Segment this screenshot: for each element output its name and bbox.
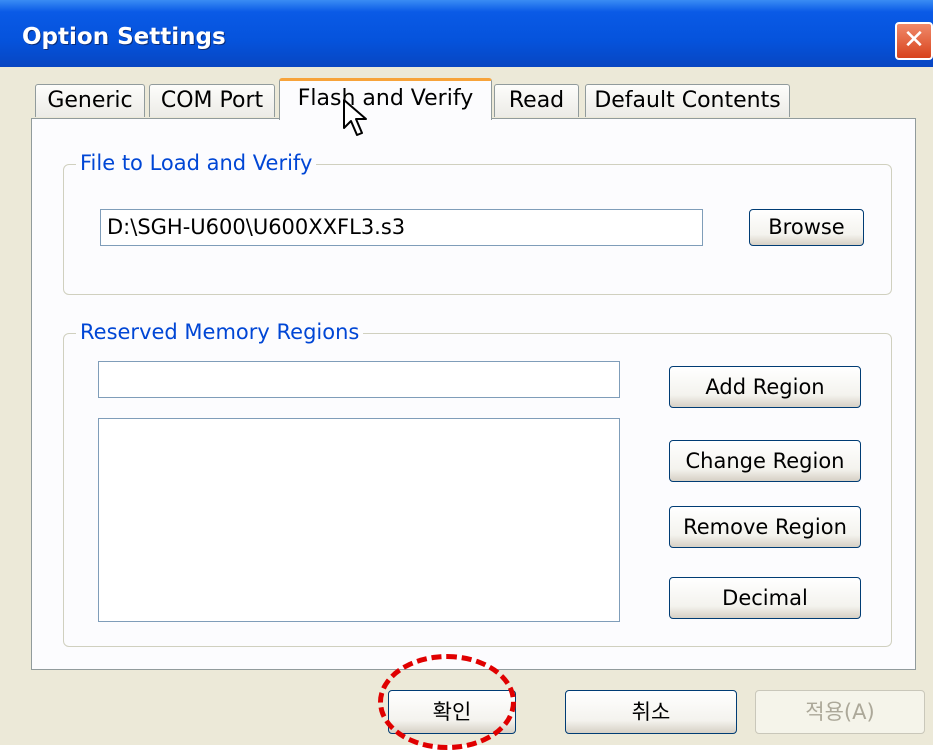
tab-generic[interactable]: Generic bbox=[35, 84, 145, 117]
tab-flash-and-verify[interactable]: Flash and Verify bbox=[279, 78, 492, 120]
file-group-legend: File to Load and Verify bbox=[76, 151, 317, 175]
window-title: Option Settings bbox=[22, 24, 226, 50]
apply-button[interactable]: 적용(A) bbox=[755, 690, 925, 734]
title-bar[interactable]: Option Settings ✕ bbox=[0, 0, 933, 67]
add-region-button[interactable]: Add Region bbox=[669, 366, 861, 408]
decimal-button[interactable]: Decimal bbox=[669, 577, 861, 619]
reserved-memory-group: Reserved Memory Regions Add Region Chang… bbox=[63, 320, 892, 647]
region-input[interactable] bbox=[98, 361, 620, 398]
option-settings-dialog: Option Settings ✕ Generic COM Port Flash… bbox=[0, 0, 933, 750]
tab-com-port[interactable]: COM Port bbox=[149, 84, 275, 117]
cancel-button[interactable]: 취소 bbox=[565, 690, 737, 734]
tab-panel-flash-and-verify: File to Load and Verify D:\SGH-U600\U600… bbox=[31, 118, 916, 670]
memory-group-legend: Reserved Memory Regions bbox=[76, 320, 364, 344]
browse-button[interactable]: Browse bbox=[749, 209, 864, 246]
mouse-cursor-icon bbox=[343, 99, 367, 136]
ok-highlight-annotation bbox=[378, 654, 516, 750]
file-path-input[interactable]: D:\SGH-U600\U600XXFL3.s3 bbox=[100, 209, 703, 246]
tab-default-contents[interactable]: Default Contents bbox=[585, 84, 790, 117]
close-icon[interactable]: ✕ bbox=[895, 22, 933, 60]
file-to-load-group: File to Load and Verify D:\SGH-U600\U600… bbox=[63, 151, 892, 295]
region-list[interactable] bbox=[98, 418, 620, 622]
tab-read[interactable]: Read bbox=[494, 84, 579, 117]
change-region-button[interactable]: Change Region bbox=[669, 440, 861, 482]
remove-region-button[interactable]: Remove Region bbox=[669, 506, 861, 548]
